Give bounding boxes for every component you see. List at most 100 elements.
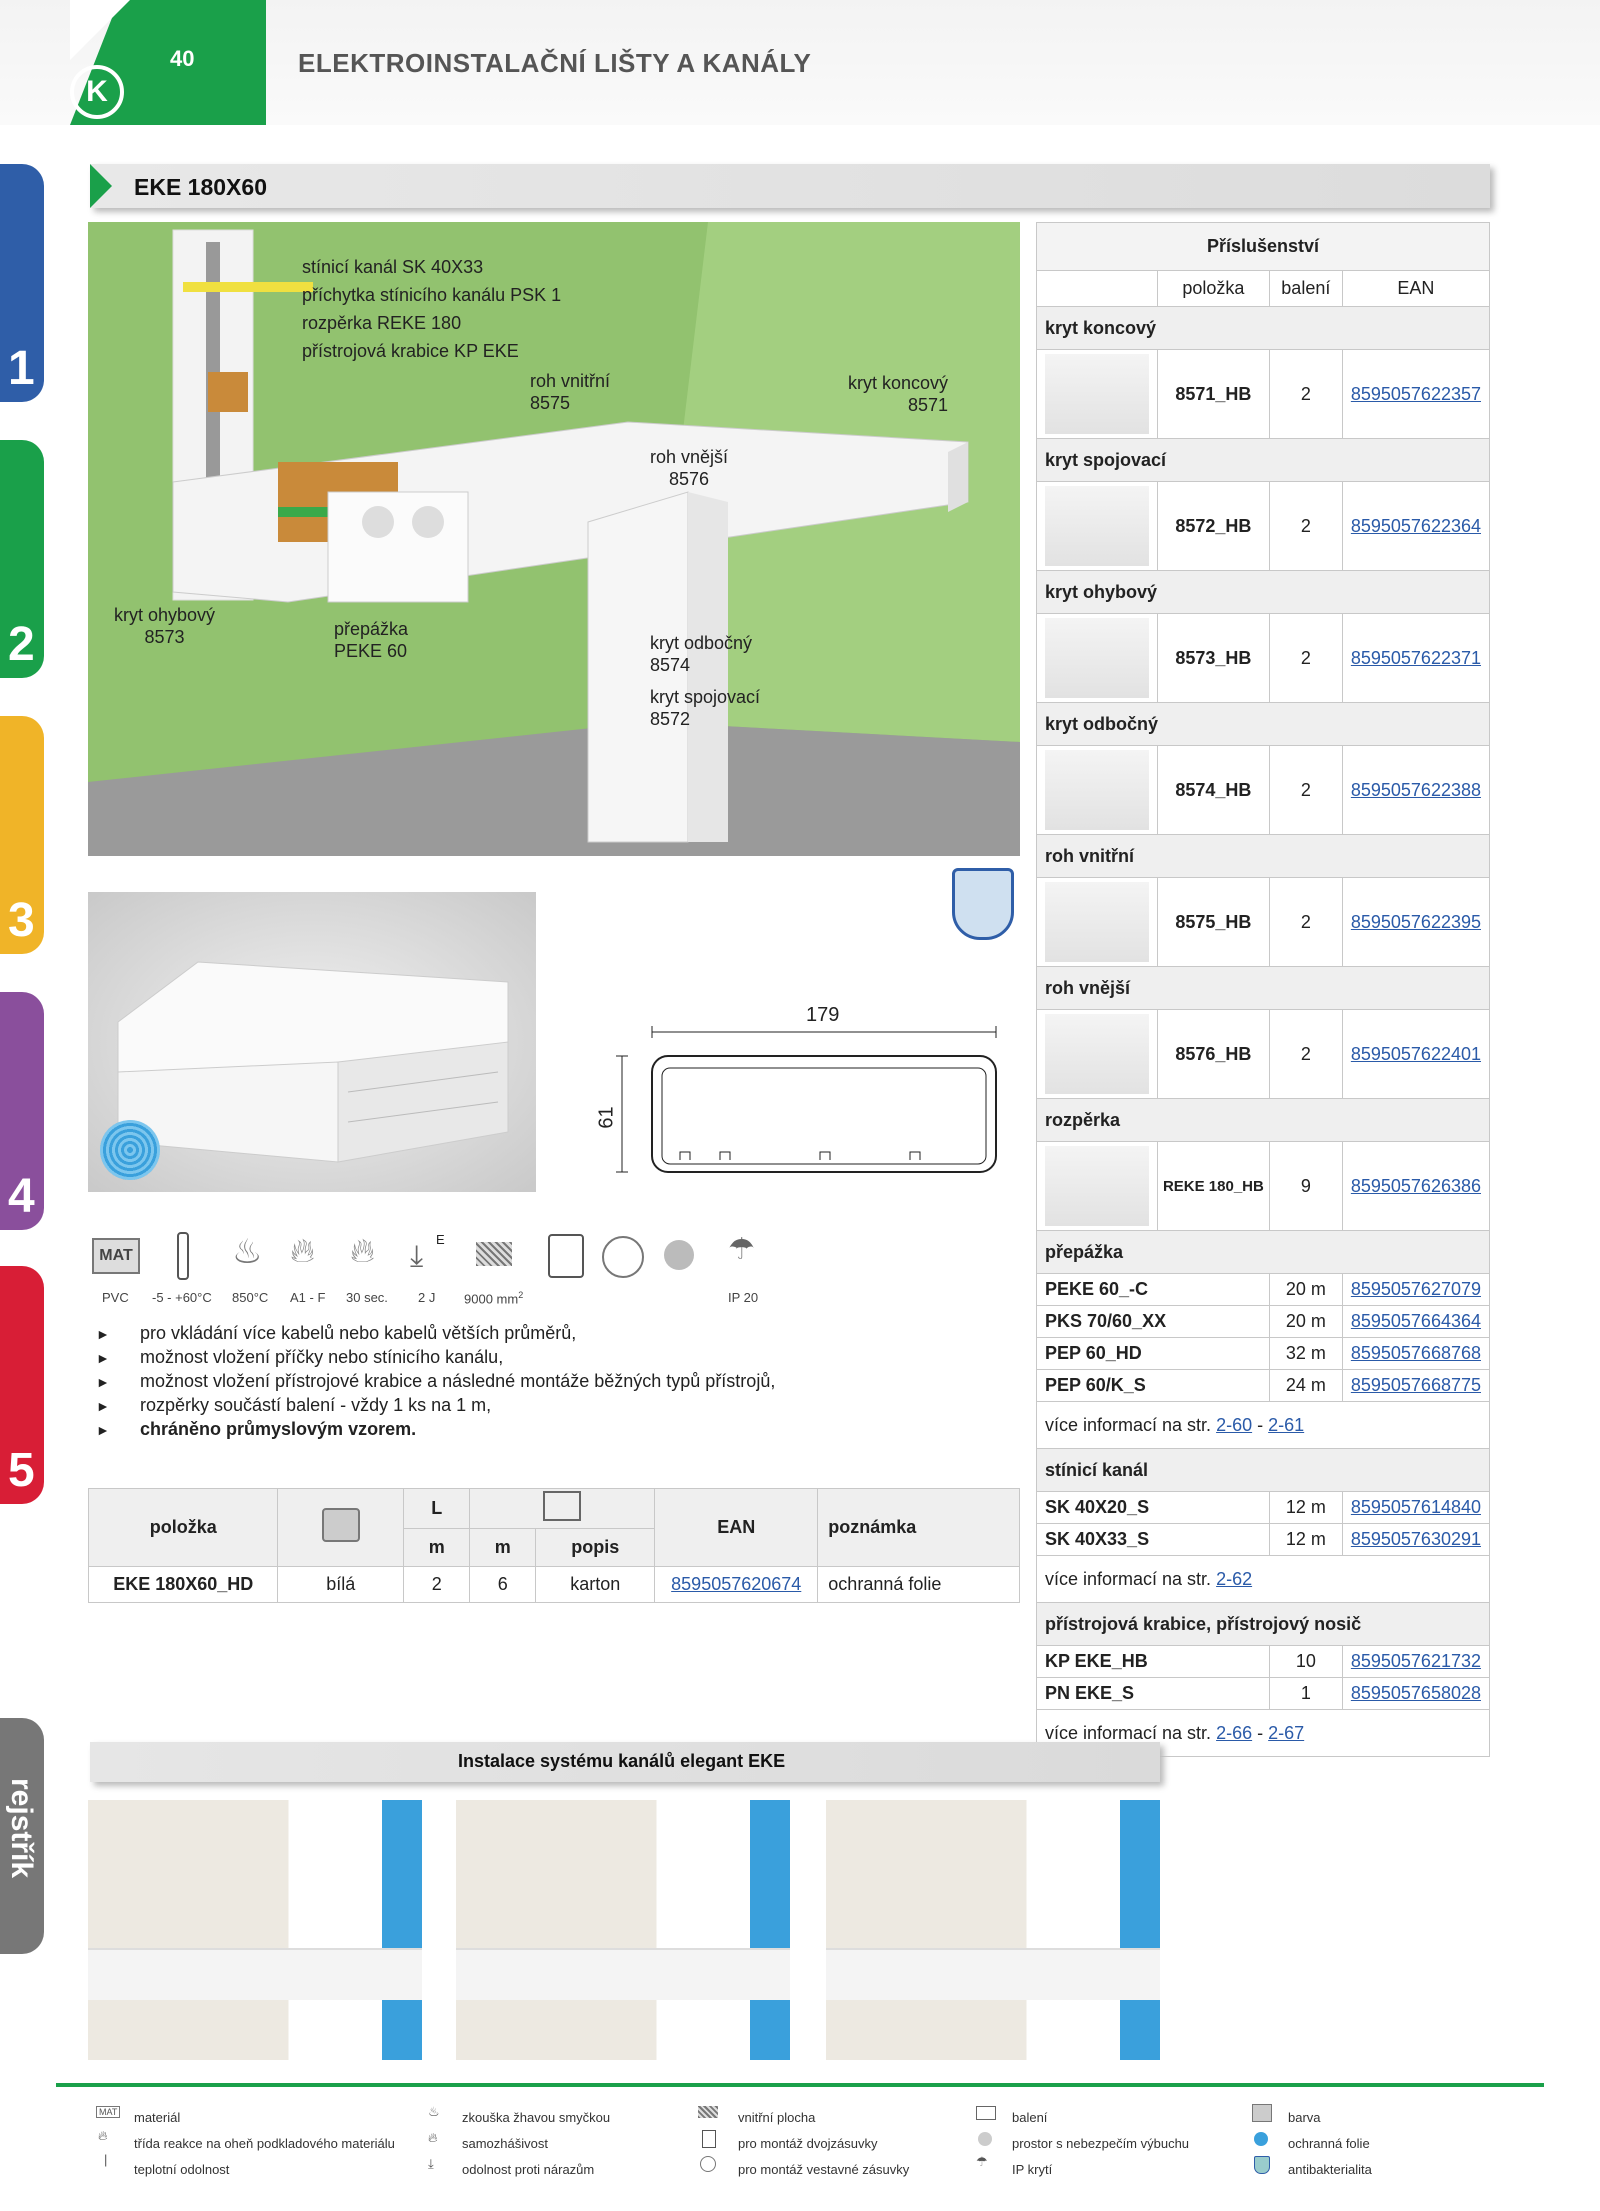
label-prepazka: přepážka PEKE 60 [334, 619, 409, 661]
explosion-icon [978, 2132, 992, 2146]
illustration-drawing [88, 222, 1020, 856]
install-photo-3 [826, 1800, 1160, 2060]
explosion-icon [664, 1240, 694, 1270]
impact-icon: ⤓ [428, 2156, 434, 2171]
feature-item: rozpěrky součástí balení - vždy 1 ks na … [96, 1394, 775, 1418]
ean-link[interactable]: 8595057626386 [1351, 1176, 1481, 1196]
antibacterial-shield-icon [952, 868, 1014, 940]
col-m1: m [403, 1528, 471, 1567]
table-row: EKE 180X60_HD bílá 2 6 karton 8595057620… [87, 1566, 1020, 1603]
col-polozka: položka [87, 1488, 279, 1567]
cross-section-drawing [616, 1026, 997, 1173]
ean-link[interactable]: 8595057614840 [1351, 1497, 1481, 1517]
side-tab-2[interactable]: 2 [0, 440, 44, 678]
protective-foil-icon [1254, 2132, 1268, 2146]
ean-link[interactable]: 8595057622388 [1351, 780, 1481, 800]
dimension-width: 179 [806, 1004, 840, 1026]
col-L: L [403, 1488, 471, 1529]
col-ean: EAN [654, 1488, 819, 1567]
ean-link[interactable]: 8595057658028 [1351, 1683, 1481, 1703]
install-channel-1 [88, 1948, 422, 2000]
label-kp: přístrojová krabice KP EKE [302, 341, 519, 361]
double-socket-icon [702, 2130, 716, 2148]
accessory-thumbnail [1045, 882, 1149, 962]
page-ref-link[interactable]: 2-60 [1216, 1415, 1252, 1435]
label-glow: 850°C [232, 1290, 269, 1305]
side-tab-5[interactable]: 5 [0, 1266, 44, 1504]
col-popis: popis [535, 1528, 656, 1567]
col-m2: m [469, 1528, 537, 1567]
page-number: 40 [170, 46, 195, 71]
inner-area-icon [476, 1242, 512, 1266]
glow-wire-icon: ♨ [428, 2104, 440, 2119]
accessory-thumbnail [1045, 354, 1149, 434]
feature-item: možnost vložení přístrojové krabice a ná… [96, 1370, 775, 1394]
antibacterial-icon [100, 1120, 160, 1180]
ean-link[interactable]: 8595057668768 [1351, 1343, 1481, 1363]
product-photo [88, 892, 536, 1192]
socket-icon [602, 1236, 644, 1278]
ean-link[interactable]: 8595057620674 [671, 1574, 801, 1594]
icon-material: MAT [92, 1238, 140, 1274]
packaging-icon [469, 1488, 656, 1529]
ean-link[interactable]: 8595057622395 [1351, 912, 1481, 932]
accessory-thumbnail [1045, 486, 1149, 566]
double-socket-icon [548, 1234, 584, 1278]
side-tab-register[interactable]: rejstřík [0, 1718, 44, 1954]
side-tab-3[interactable]: 3 [0, 716, 44, 954]
label-impact: 2 J [418, 1290, 436, 1305]
ean-link[interactable]: 8595057664364 [1351, 1311, 1481, 1331]
install-photo-2 [456, 1800, 790, 2060]
dimension-height: 61 [595, 1106, 618, 1129]
label-kryt-odbocny: kryt odbočný 8574 [650, 633, 753, 675]
page-ref-link[interactable]: 2-62 [1216, 1569, 1252, 1589]
label-roh-vnejsi: roh vnější 8576 [650, 447, 729, 489]
fire-class-icon: 🔥︎ [290, 1232, 315, 1270]
accessories-table: Příslušenství položka balení EAN kryt ko… [1036, 222, 1491, 1757]
ean-link[interactable]: 8595057622364 [1351, 516, 1481, 536]
side-tab-4[interactable]: 4 [0, 992, 44, 1230]
label-ip: IP 20 [728, 1290, 759, 1305]
install-title: Instalace systému kanálů elegant EKE [458, 1751, 786, 1771]
label-kryt-spojovaci: kryt spojovací 8572 [650, 687, 761, 729]
ean-link[interactable]: 8595057627079 [1351, 1279, 1481, 1299]
accessory-thumbnail [1045, 618, 1149, 698]
material-icon: MAT [96, 2106, 121, 2118]
label-area: 9000 mm2 [464, 1290, 524, 1307]
install-photo-1 [88, 1800, 422, 2060]
feature-item: možnost vložení příčky nebo stínicího ka… [96, 1346, 775, 1370]
ean-link[interactable]: 8595057668775 [1351, 1375, 1481, 1395]
impact-energy-sup: E [436, 1232, 445, 1247]
thermometer-icon: | [104, 2152, 108, 2167]
fire-class-icon: 🔥︎ [98, 2128, 108, 2143]
ean-link[interactable]: 8595057622401 [1351, 1044, 1481, 1064]
ean-link[interactable]: 8595057622371 [1351, 648, 1481, 668]
page-ref-link[interactable]: 2-66 [1216, 1723, 1252, 1743]
packaging-icon [976, 2106, 996, 2120]
label-pvc: PVC [102, 1290, 129, 1305]
col-ean: EAN [1341, 270, 1491, 307]
self-extinguish-icon: 🔥︎ [350, 1232, 375, 1270]
ean-link[interactable]: 8595057621732 [1351, 1651, 1481, 1671]
temperature-icon [177, 1232, 189, 1280]
section-title-bar [90, 164, 1490, 208]
feature-item: pro vkládání více kabelů nebo kabelů vět… [96, 1322, 775, 1346]
ean-link[interactable]: 8595057630291 [1351, 1529, 1481, 1549]
col-polozka: položka [1157, 270, 1270, 307]
ean-link[interactable]: 8595057622357 [1351, 384, 1481, 404]
ip-rating-icon: ☂ [976, 2154, 988, 2169]
label-kryt-ohybovy: kryt ohybový 8573 [114, 605, 216, 647]
impact-icon: ⤓ [410, 1240, 424, 1273]
page-ref-link[interactable]: 2-61 [1268, 1415, 1304, 1435]
glow-wire-icon: ♨ [232, 1233, 263, 1271]
label-sk: stínicí kanál SK 40X33 [302, 257, 484, 277]
label-reke: rozpěrka REKE 180 [302, 313, 462, 333]
side-tab-1[interactable]: 1 [0, 164, 44, 402]
feature-item: chráněno průmyslovým vzorem. [96, 1418, 775, 1442]
page-ref-link[interactable]: 2-67 [1268, 1723, 1304, 1743]
footer-divider [56, 2083, 1544, 2087]
feature-list: pro vkládání více kabelů nebo kabelů vět… [96, 1322, 775, 1442]
accessory-thumbnail [1045, 1146, 1149, 1226]
antibacterial-icon [1254, 2156, 1270, 2174]
self-extinguish-icon: 🔥︎ [428, 2130, 438, 2145]
